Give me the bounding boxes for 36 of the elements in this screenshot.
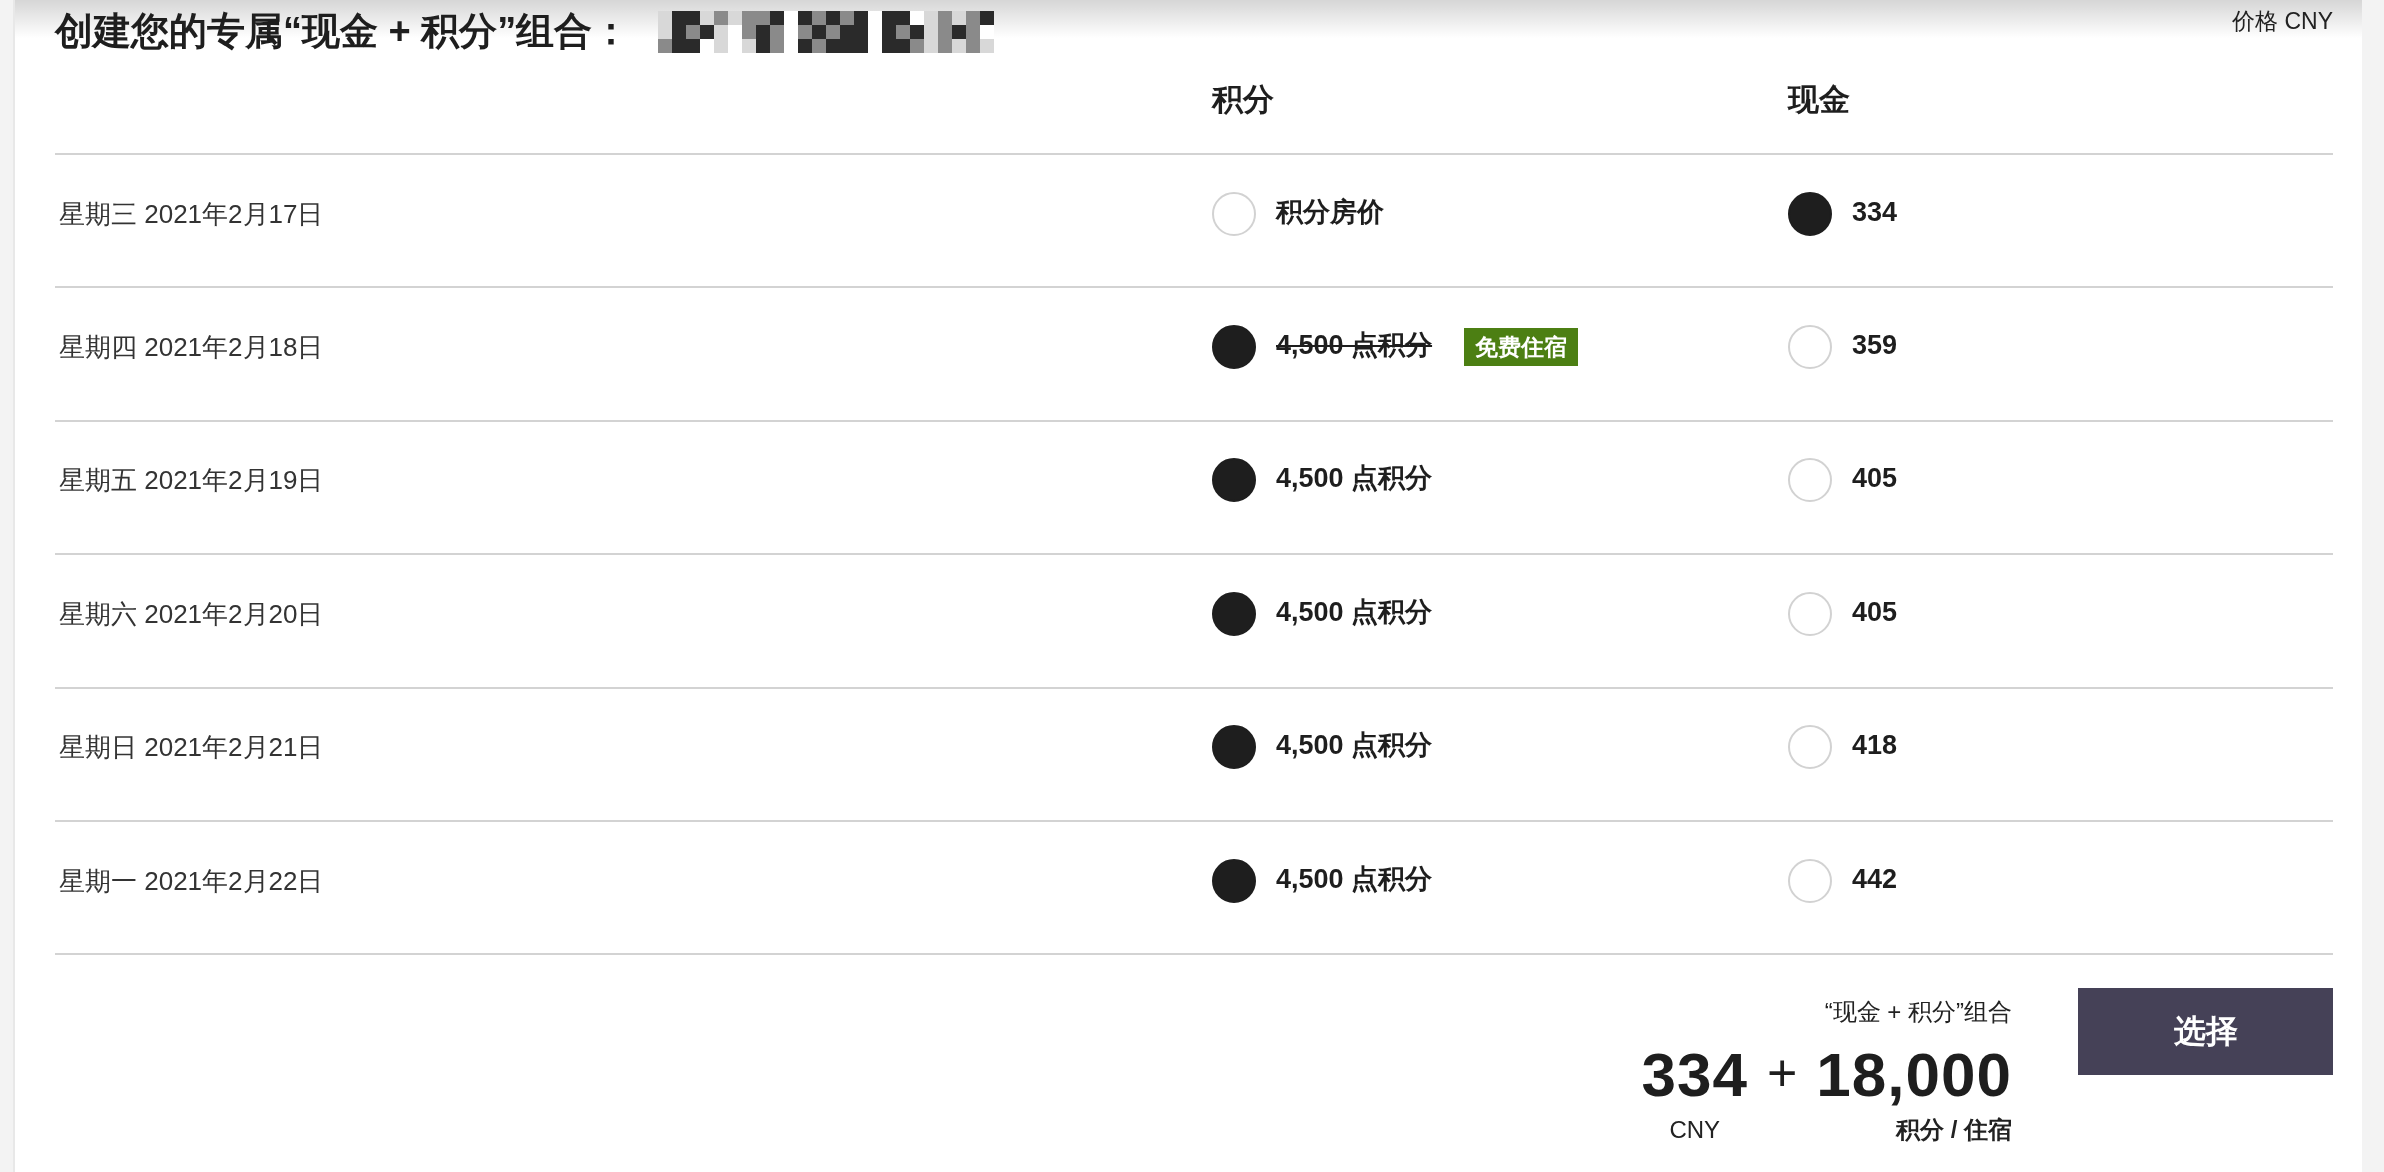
cash-unit: CNY (1669, 1115, 1721, 1146)
select-button[interactable]: 选择 (2078, 988, 2333, 1076)
cash-radio[interactable] (1788, 191, 1832, 236)
page-title: 创建您的专属“现金 + 积分”组合： (55, 9, 631, 54)
currency-note: 价格 CNY (2232, 8, 2333, 34)
cash-label: 418 (1852, 729, 1898, 762)
points-radio[interactable] (1212, 725, 1256, 770)
points-radio[interactable] (1212, 858, 1256, 903)
points-label: 4,500 点积分 (1276, 462, 1433, 495)
column-header: 现金 (1788, 81, 1850, 119)
points-label: 4,500 点积分 (1276, 329, 1433, 362)
points-label: 4,500 点积分 (1276, 595, 1433, 628)
date-text: 星期三 2021年2月17日 (59, 197, 324, 230)
cash-total: 334 (1641, 1039, 1748, 1112)
date-text: 星期五 2021年2月19日 (59, 464, 324, 497)
cash-label: 442 (1852, 862, 1898, 895)
points-label: 4,500 点积分 (1276, 862, 1433, 895)
points-label: 4,500 点积分 (1276, 729, 1433, 762)
points-total: 18,000 (1816, 1039, 2012, 1112)
date-text: 星期四 2021年2月18日 (59, 331, 324, 364)
cash-label: 405 (1852, 595, 1898, 628)
summary-caption: “现金 + 积分”组合 (1824, 997, 2012, 1028)
column-header: 积分 (1212, 81, 1274, 119)
cash-label: 405 (1852, 462, 1898, 495)
points-radio[interactable] (1212, 325, 1256, 370)
plus-sign: + (1767, 1043, 1798, 1105)
date-text: 星期日 2021年2月21日 (59, 731, 324, 764)
points-unit: 积分 / 住宿 (1896, 1115, 2012, 1146)
cash-label: 334 (1852, 195, 1898, 228)
points-radio[interactable] (1212, 458, 1256, 503)
free-night-badge: 免费住宿 (1464, 328, 1579, 367)
points-radio[interactable] (1212, 591, 1256, 636)
cash-label: 359 (1852, 329, 1898, 362)
date-text: 星期一 2021年2月22日 (59, 864, 324, 897)
points-label: 积分房价 (1276, 195, 1384, 228)
date-text: 星期六 2021年2月20日 (59, 597, 324, 630)
